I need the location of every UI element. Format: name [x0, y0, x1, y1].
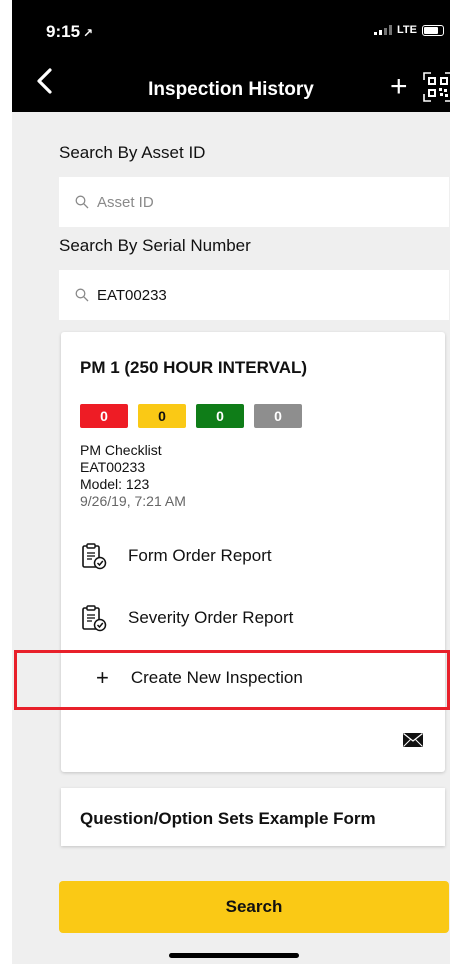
serial-number-input[interactable]	[97, 286, 397, 304]
clipboard-check-icon	[82, 605, 107, 632]
severity-badges: 0 0 0 0	[80, 404, 302, 428]
question-option-card[interactable]: Question/Option Sets Example Form	[61, 788, 445, 846]
serial-number-search-box[interactable]	[59, 270, 449, 320]
checklist-name: PM Checklist	[80, 442, 162, 458]
severity-order-report-label: Severity Order Report	[128, 608, 294, 627]
signal-icon	[374, 25, 393, 35]
serial-number: EAT00233	[80, 459, 146, 475]
asset-id-search-box[interactable]	[59, 177, 449, 227]
form-order-report-link[interactable]: Form Order Report	[80, 542, 272, 570]
status-indicators: LTE	[374, 24, 444, 36]
nav-bar: Inspection History +	[12, 50, 450, 112]
asset-id-input[interactable]	[97, 193, 397, 211]
clipboard-check-icon	[82, 543, 107, 570]
search-button[interactable]: Search	[59, 881, 449, 933]
location-icon: ↗	[83, 26, 94, 40]
home-indicator[interactable]	[169, 953, 299, 958]
severity-order-report-link[interactable]: Severity Order Report	[80, 604, 293, 632]
search-serial-label: Search By Serial Number	[59, 236, 251, 255]
status-time: 9:15 ↗	[46, 22, 94, 41]
inspection-title: PM 1 (250 HOUR INTERVAL)	[80, 358, 308, 377]
inspection-meta: PM Checklist EAT00233 Model: 123 9/26/19…	[80, 442, 186, 510]
gray-count-badge: 0	[254, 404, 302, 428]
search-asset-label: Search By Asset ID	[59, 143, 206, 162]
battery-icon	[422, 24, 444, 36]
search-icon	[75, 195, 89, 209]
qr-code-scan-icon[interactable]	[423, 72, 450, 102]
inspection-date: 9/26/19, 7:21 AM	[80, 493, 186, 509]
model-number: Model: 123	[80, 476, 150, 492]
red-count-badge: 0	[80, 404, 128, 428]
question-option-title: Question/Option Sets Example Form	[80, 809, 376, 828]
yellow-count-badge: 0	[138, 404, 186, 428]
status-bar: 9:15 ↗ LTE	[12, 0, 450, 50]
search-icon	[75, 288, 89, 302]
form-order-report-label: Form Order Report	[128, 546, 272, 565]
phone-screen: 9:15 ↗ LTE Inspection History + Search By…	[12, 0, 450, 964]
network-label: LTE	[397, 24, 417, 36]
add-button[interactable]: +	[390, 72, 408, 102]
highlight-box	[14, 650, 450, 710]
green-count-badge: 0	[196, 404, 244, 428]
page-title: Inspection History	[148, 79, 314, 100]
mail-icon[interactable]	[403, 733, 423, 747]
